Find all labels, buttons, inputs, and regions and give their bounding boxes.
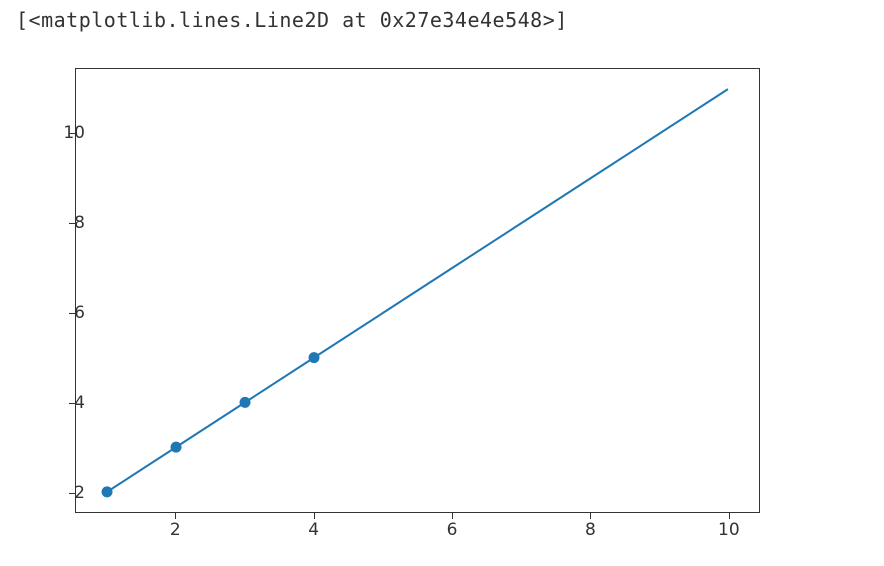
data-marker [240,397,251,408]
line-series [107,89,728,492]
y-tick-mark [69,493,75,494]
plot-box [75,68,760,513]
y-tick-mark [69,313,75,314]
x-tick-label: 10 [718,520,740,540]
data-marker [171,442,182,453]
repr-output-text: [<matplotlib.lines.Line2D at 0x27e34e4e5… [16,8,568,32]
x-tick-mark [729,513,730,519]
chart-container: 246810246810 [0,58,780,566]
x-tick-label: 8 [585,520,596,540]
x-tick-label: 4 [308,520,319,540]
x-tick-label: 2 [170,520,181,540]
x-tick-mark [452,513,453,519]
data-marker [102,486,113,497]
x-tick-mark [175,513,176,519]
data-marker [309,352,320,363]
x-tick-label: 6 [447,520,458,540]
x-tick-mark [314,513,315,519]
y-tick-mark [69,403,75,404]
y-tick-mark [69,133,75,134]
y-tick-mark [69,223,75,224]
x-tick-mark [590,513,591,519]
plot-svg [76,69,759,512]
